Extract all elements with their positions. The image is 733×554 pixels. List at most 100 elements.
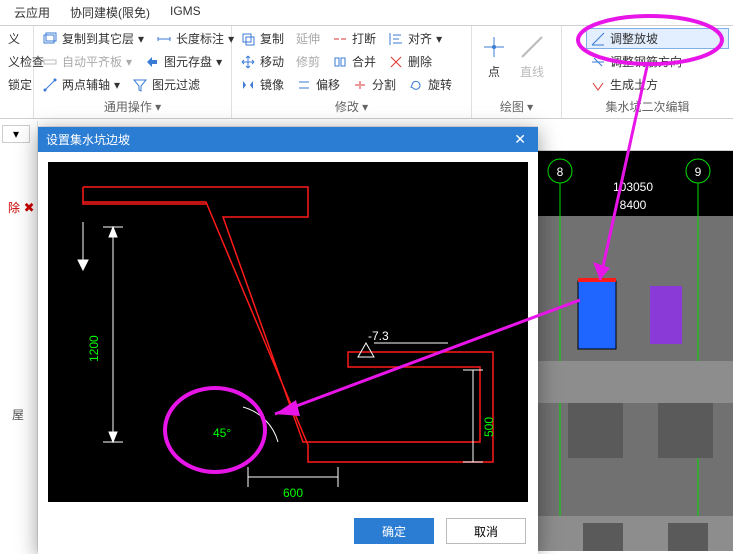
ribbon: 义 义检查 锁定 复制到其它层 ▾ 长度标注 ▾ 自动平齐板 ▾ [0,26,733,119]
mirror-icon [240,77,256,93]
offset-button[interactable]: 偏移 [292,74,344,95]
move-icon [240,54,256,70]
copy-icon [240,31,256,47]
copy-to-layer-button[interactable]: 复制到其它层 ▾ [38,28,148,49]
rotate-icon [408,77,424,93]
top-tabs: 云应用 协同建模(限免) IGMS [0,0,733,26]
adjust-slope-label: 调整放坡 [610,30,658,47]
element-filter-label: 图元过滤 [152,76,200,93]
break-label: 打断 [352,30,376,47]
element-filter-button[interactable]: 图元过滤 [128,74,204,95]
tab-cloud[interactable]: 云应用 [14,4,50,21]
element-save-label: 图元存盘 [164,53,212,70]
line-label: 直线 [520,63,544,80]
axis-icon [42,77,58,93]
save-icon [144,54,160,70]
auto-level-button[interactable]: 自动平齐板 ▾ [38,51,136,72]
align-label: 对齐 [408,30,432,47]
two-point-axis-button[interactable]: 两点辅轴 ▾ [38,74,124,95]
auto-level-label: 自动平齐板 [62,53,122,70]
span2-label: 8400 [620,198,647,212]
merge-label: 合并 [352,53,376,70]
dialog-titlebar[interactable]: 设置集水坑边坡 ✕ [38,127,538,152]
two-point-axis-label: 两点辅轴 [62,76,110,93]
gridline-8: 8 [557,165,564,179]
rotate-button[interactable]: 旋转 [404,74,456,95]
dim-width: 600 [283,486,303,500]
group-label-general: 通用操作 ▾ [38,97,227,116]
group-label-draw: 绘图 ▾ [476,97,557,116]
dim-depth: 500 [482,417,496,437]
elevation-value: -7.3 [368,329,389,343]
left-dropdown[interactable]: ▾ [2,125,30,143]
extend-button[interactable]: 延伸 [292,28,324,49]
merge-icon [332,54,348,70]
delete-icon [388,54,404,70]
tab-igms[interactable]: IGMS [170,4,201,21]
extend-label: 延伸 [296,30,320,47]
generate-earth-button[interactable]: 生成土方 [586,74,729,95]
split-label: 分割 [372,76,396,93]
copy-button[interactable]: 复制 [236,28,288,49]
line-button[interactable]: 直线 [514,28,550,84]
group-label-sump: 集水坑二次编辑 [566,97,729,116]
copy-layer-icon [42,31,58,47]
model-view[interactable]: 8 9 103050 8400 [538,121,733,551]
delete-label: 删除 [408,53,432,70]
rotate-label: 旋转 [428,76,452,93]
tab-model[interactable]: 协同建模(限免) [70,4,150,21]
mirror-label: 镜像 [260,76,284,93]
dialog-title: 设置集水坑边坡 [46,131,130,148]
offset-label: 偏移 [316,76,340,93]
split-icon [352,77,368,93]
line-icon [518,33,546,61]
align-button[interactable]: 对齐 ▾ [384,28,446,49]
slope-dialog: 设置集水坑边坡 ✕ [38,127,538,554]
ruler-icon [156,31,172,47]
cancel-button[interactable]: 取消 [446,518,526,544]
copy-to-layer-label: 复制到其它层 [62,30,134,47]
length-dim-label: 长度标注 [176,30,224,47]
adjust-rebar-button[interactable]: 调整钢筋方向 [586,51,729,72]
split-button[interactable]: 分割 [348,74,400,95]
copy-label: 复制 [260,30,284,47]
frag-check[interactable]: 义检查 [4,51,29,72]
length-dim-button[interactable]: 长度标注 ▾ [152,28,238,49]
level-icon [42,54,58,70]
offset-icon [296,77,312,93]
break-button[interactable]: 打断 [328,28,380,49]
point-label: 点 [488,63,500,80]
left-panel: ▾ 除 ✖ 屋 [0,121,38,551]
view-toolbar [538,121,733,151]
left-delete[interactable]: 除 ✖ [8,199,35,216]
merge-button[interactable]: 合并 [328,51,380,72]
point-icon [480,33,508,61]
group-label-modify: 修改 ▾ [236,97,467,116]
move-button[interactable]: 移动 [236,51,288,72]
frag-define[interactable]: 义 [4,28,29,49]
adjust-rebar-label: 调整钢筋方向 [610,53,682,70]
trim-button[interactable]: 修剪 [292,51,324,72]
trim-label: 修剪 [296,53,320,70]
dialog-close-button[interactable]: ✕ [510,131,530,148]
delete-button[interactable]: 删除 [384,51,436,72]
section-drawing: 1200 600 500 45° -7.3 [48,162,528,502]
align-icon [388,31,404,47]
dim-height: 1200 [87,335,101,362]
gridline-9: 9 [695,165,702,179]
filter-icon [132,77,148,93]
slope-icon [590,31,606,47]
frag-lock[interactable]: 锁定 [4,74,29,95]
earth-icon [590,77,606,93]
element-save-button[interactable]: 图元存盘 ▾ [140,51,226,72]
span1-label: 103050 [613,180,653,194]
rebar-icon [590,54,606,70]
break-icon [332,31,348,47]
generate-earth-label: 生成土方 [610,76,658,93]
left-label: 屋 [12,406,24,423]
point-button[interactable]: 点 [476,28,512,84]
mirror-button[interactable]: 镜像 [236,74,288,95]
ok-button[interactable]: 确定 [354,518,434,544]
adjust-slope-button[interactable]: 调整放坡 [586,28,729,49]
angle-value: 45° [213,426,231,440]
